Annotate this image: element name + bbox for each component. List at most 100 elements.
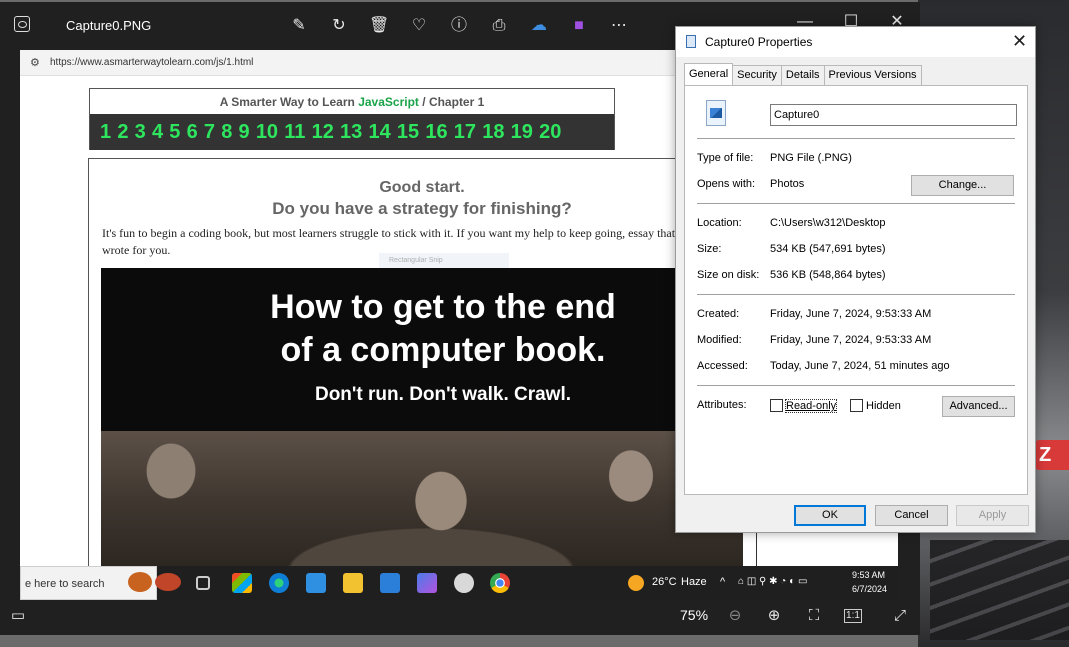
location-value: C:\Users\w312\Desktop	[770, 217, 886, 229]
search-highlight-icon	[128, 572, 152, 592]
fullscreen-icon[interactable]: ⤢	[890, 606, 910, 626]
desktop-keyboard-key: Z	[1035, 440, 1069, 470]
paint-icon	[454, 573, 474, 593]
photos-title: Capture0.PNG	[66, 18, 152, 33]
chapter-link: 14	[368, 120, 391, 143]
apply-button[interactable]: Apply	[956, 505, 1029, 526]
cancel-button[interactable]: Cancel	[875, 505, 948, 526]
ok-button-label: OK	[822, 509, 838, 521]
chapter-link: 4	[151, 120, 164, 143]
properties-dialog: Capture0 Properties ✕ General Security D…	[675, 26, 1036, 533]
snip-ghost-label: Rectangular Snip	[379, 253, 509, 269]
chapter-link: 19	[510, 120, 533, 143]
clock-time: 9:53 AM	[852, 570, 886, 580]
close-icon[interactable]: ✕	[1012, 31, 1027, 52]
tab-security[interactable]: Security	[732, 65, 782, 85]
chapter-link: 2	[117, 120, 129, 143]
readonly-checkbox[interactable]	[770, 399, 783, 412]
chapter-link: 20	[539, 120, 562, 143]
separator	[697, 385, 1015, 386]
header-chapter: Chapter 1	[428, 95, 485, 109]
weather-desc: Haze	[681, 576, 707, 588]
apply-button-label: Apply	[978, 509, 1007, 521]
task-view-icon	[196, 576, 210, 590]
modified-label: Modified:	[697, 334, 742, 346]
accessed-label: Accessed:	[697, 360, 748, 372]
hidden-checkbox[interactable]	[850, 399, 863, 412]
separator	[697, 203, 1015, 204]
tab-general[interactable]: General	[684, 63, 734, 85]
rotate-icon[interactable]: ↻	[329, 16, 349, 36]
modified-value: Friday, June 7, 2024, 9:53:33 AM	[770, 334, 932, 346]
dialog-title: Capture0 Properties	[705, 35, 813, 49]
banner: How to get to the end of a computer book…	[101, 268, 751, 438]
chapter-link: 1	[100, 120, 112, 143]
photos-app-icon	[14, 16, 30, 32]
edge-icon	[269, 573, 289, 593]
onedrive-icon[interactable]: ☁	[529, 16, 549, 36]
opens-with-label: Opens with:	[697, 178, 756, 190]
chrome-icon	[490, 573, 510, 593]
taskbar-search-text: e here to search	[25, 578, 105, 590]
strategy-heading: Do you have a strategy for finishing?	[272, 199, 572, 218]
desktop-keyboard	[930, 540, 1069, 640]
chapter-link: 12	[311, 120, 334, 143]
chapter-link: 15	[396, 120, 420, 143]
zoom-out-icon[interactable]: ⊖	[725, 606, 745, 626]
clipchamp-icon[interactable]: ■	[569, 16, 589, 36]
more-icon[interactable]: ⋯	[609, 16, 629, 36]
tab-details[interactable]: Details	[780, 65, 825, 85]
chapter-link: 3	[134, 120, 146, 143]
actual-size-icon[interactable]: 1:1	[844, 609, 862, 623]
photos-bottombar: ▭ 75% ⊖ ⊕ ⛶ 1:1 ⤢	[0, 600, 920, 635]
mud-crawl-photo	[101, 431, 743, 576]
vscode-icon	[306, 573, 326, 593]
separator	[697, 294, 1015, 295]
change-button[interactable]: Change...	[911, 175, 1014, 196]
filmstrip-icon[interactable]: ▭	[8, 606, 28, 626]
change-button-label: Change...	[938, 179, 987, 191]
hidden-label[interactable]: Hidden	[866, 400, 901, 412]
type-value: PNG File (.PNG)	[770, 152, 852, 164]
weather-icon	[628, 575, 644, 591]
chapter-link: 16	[425, 120, 448, 143]
png-file-icon	[706, 100, 726, 126]
advanced-button-label: Advanced...	[949, 400, 1008, 412]
created-label: Created:	[697, 308, 740, 320]
heart-icon[interactable]: ♡	[409, 16, 429, 36]
chapter-link: 7	[203, 120, 215, 143]
accessed-value: Today, June 7, 2024, 51 minutes ago	[770, 360, 950, 372]
search-highlight-icon-2	[155, 573, 181, 591]
tray-icons: ⌂ ◫ ⚲ ✱ ◔ ◐ ▭	[738, 576, 808, 587]
header-js: JavaScript	[358, 95, 419, 109]
location-label: Location:	[697, 217, 742, 229]
delete-icon[interactable]: 🗑	[369, 16, 389, 36]
captured-taskbar: e here to search 26°C Haze ^ ⌂ ◫ ⚲ ✱ ◔ ◐…	[20, 566, 898, 600]
tray-chevron-icon: ^	[720, 576, 726, 588]
type-label: Type of file:	[697, 152, 754, 164]
edit-icon[interactable]: ✎	[289, 16, 309, 36]
size-on-disk-value: 536 KB (548,864 bytes)	[770, 269, 886, 281]
file-name-input[interactable]	[770, 104, 1017, 126]
print-icon[interactable]: ⎙	[489, 16, 509, 36]
info-icon[interactable]: ⓘ	[449, 16, 469, 36]
content-box: Good start. Do you have a strategy for f…	[88, 158, 751, 600]
readonly-label[interactable]: Read-only	[784, 399, 838, 413]
opens-with-value: Photos	[770, 178, 805, 190]
chapter-link: 11	[284, 120, 306, 143]
fit-window-icon[interactable]: ⛶	[804, 606, 824, 626]
chapter-link: 9	[238, 120, 250, 143]
ok-button[interactable]: OK	[794, 505, 866, 526]
dialog-titlebar: Capture0 Properties ✕	[676, 27, 1035, 57]
chapter-link: 5	[169, 120, 181, 143]
created-value: Friday, June 7, 2024, 9:53:33 AM	[770, 308, 932, 320]
good-start-heading: Good start.	[379, 179, 465, 196]
general-panel: Type of file: PNG File (.PNG) Opens with…	[684, 85, 1028, 495]
address-url: https://www.asmarterwaytolearn.com/js/1.…	[50, 57, 254, 68]
chapter-link: 10	[255, 120, 279, 143]
advanced-button[interactable]: Advanced...	[942, 396, 1015, 417]
tab-previous-versions[interactable]: Previous Versions	[823, 65, 922, 85]
zoom-level: 75%	[680, 607, 709, 623]
cancel-button-label: Cancel	[894, 509, 929, 521]
zoom-in-icon[interactable]: ⊕	[764, 606, 784, 626]
